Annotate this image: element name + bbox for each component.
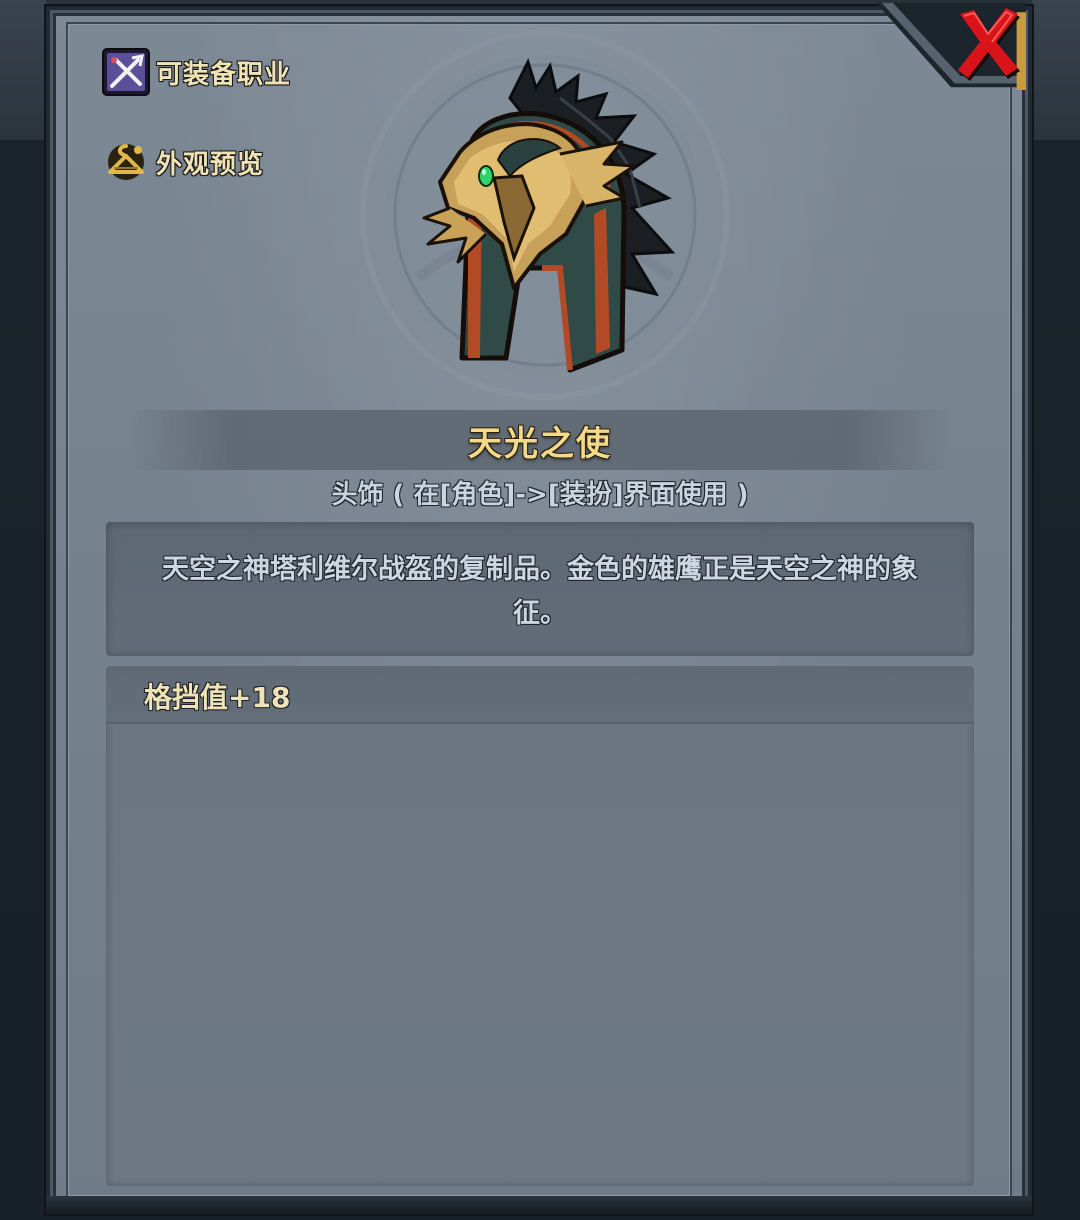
background-edge-right <box>1032 0 1080 140</box>
background-edge-left <box>0 0 46 140</box>
equip-class-label: 可装备职业 <box>156 59 292 90</box>
close-button[interactable] <box>948 2 1028 82</box>
crossed-weapons-icon <box>102 48 150 96</box>
stats-box <box>106 666 974 1186</box>
equip-class-button[interactable]: 可装备职业 <box>102 44 291 100</box>
eagle-helmet-icon <box>422 58 676 373</box>
item-type-line: 头饰 ( 在[角色]->[装扮]界面使用 ) <box>331 480 749 510</box>
hanger-icon <box>102 138 150 186</box>
stat-block-value: 格挡值+18 <box>144 681 291 714</box>
close-x-icon <box>958 8 1020 81</box>
appearance-preview-button[interactable]: 外观预览 <box>102 134 264 190</box>
panel-bottom-edge <box>46 1196 1032 1214</box>
item-name: 天光之使 <box>468 424 612 464</box>
appearance-preview-label: 外观预览 <box>156 149 265 180</box>
item-description: 天空之神塔利维尔战盔的复制品。金色的雄鹰正是天空之神的象征。 <box>162 554 918 629</box>
